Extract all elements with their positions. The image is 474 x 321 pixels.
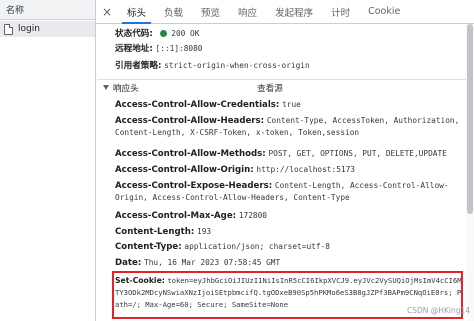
remote-address-value: [::1]:8080 xyxy=(155,44,203,53)
view-source-button[interactable]: 查看源 xyxy=(257,82,283,94)
header-row-acma: Access-Control-Max-Age: 172800 xyxy=(115,210,466,222)
response-headers-section[interactable]: 响应头 查看源 xyxy=(97,79,466,94)
header-value: 172800 xyxy=(238,211,267,220)
request-row-login[interactable]: login xyxy=(0,21,95,37)
header-value: application/json; charset=utf-8 xyxy=(184,242,330,251)
scrollbar-thumb[interactable] xyxy=(467,24,473,214)
watermark: CSDN @HKing14 xyxy=(407,306,470,315)
header-row-acac: Access-Control-Allow-Credentials: true xyxy=(115,99,466,111)
referrer-policy-label: 引用者策略: xyxy=(115,61,162,71)
header-name: Content-Type: xyxy=(115,242,182,252)
header-value: http://localhost:5173 xyxy=(256,165,355,174)
status-code-label: 状态代码: xyxy=(115,29,153,39)
status-code-value: 200 OK xyxy=(171,29,200,38)
header-row-acao: Access-Control-Allow-Origin: http://loca… xyxy=(115,164,466,176)
header-row-acah: Access-Control-Allow-Headers: Content-Ty… xyxy=(115,115,465,139)
status-code-row: 状态代码: 200 OK xyxy=(115,28,466,40)
request-list-panel: 名称 login xyxy=(0,0,96,321)
header-row-date: Date: Thu, 16 Mar 2023 07:58:45 GMT xyxy=(115,257,466,269)
header-name: Access-Control-Allow-Methods: xyxy=(115,149,266,159)
tab-preview[interactable]: 预览 xyxy=(192,0,229,23)
tab-cookie[interactable]: Cookie xyxy=(359,0,409,23)
header-row-acam: Access-Control-Allow-Methods: POST, GET,… xyxy=(115,148,466,160)
referrer-policy-value: strict-origin-when-cross-origin xyxy=(164,61,310,70)
remote-address-row: 远程地址: [::1]:8080 xyxy=(115,43,466,55)
header-name: Access-Control-Allow-Origin: xyxy=(115,165,254,175)
header-name: Date: xyxy=(115,258,142,268)
document-icon xyxy=(4,23,13,35)
header-value: Thu, 16 Mar 2023 07:58:45 GMT xyxy=(144,258,281,267)
header-value: 193 xyxy=(197,227,212,236)
expand-triangle-icon[interactable] xyxy=(103,85,109,90)
header-name: Access-Control-Max-Age: xyxy=(115,211,237,221)
header-name: Access-Control-Allow-Headers: xyxy=(115,116,265,126)
response-headers-title: 响应头 xyxy=(113,84,139,94)
referrer-policy-row: 引用者策略: strict-origin-when-cross-origin xyxy=(115,60,466,72)
header-value: true xyxy=(282,100,301,109)
tab-payload[interactable]: 负载 xyxy=(155,0,192,23)
header-row-content-type: Content-Type: application/json; charset=… xyxy=(115,241,466,253)
detail-tabs: × 标头 负载 预览 响应 发起程序 计时 Cookie xyxy=(96,0,474,24)
tab-timing[interactable]: 计时 xyxy=(322,0,359,23)
header-row-content-length: Content-Length: 193 xyxy=(115,226,466,238)
status-ok-icon xyxy=(159,30,167,37)
tab-initiator[interactable]: 发起程序 xyxy=(266,0,322,23)
header-value: POST, GET, OPTIONS, PUT, DELETE,UPDATE xyxy=(268,149,447,158)
name-column-header[interactable]: 名称 xyxy=(0,0,95,20)
tab-response[interactable]: 响应 xyxy=(229,0,266,23)
header-row-aceh: Access-Control-Expose-Headers: Content-L… xyxy=(115,180,465,204)
header-name: Access-Control-Allow-Credentials: xyxy=(115,100,280,110)
request-name: login xyxy=(18,24,40,34)
header-name: Access-Control-Expose-Headers: xyxy=(115,181,273,191)
close-icon[interactable]: × xyxy=(96,0,118,23)
remote-address-label: 远程地址: xyxy=(115,44,153,54)
header-name: Content-Length: xyxy=(115,227,195,237)
tab-headers[interactable]: 标头 xyxy=(118,0,155,24)
